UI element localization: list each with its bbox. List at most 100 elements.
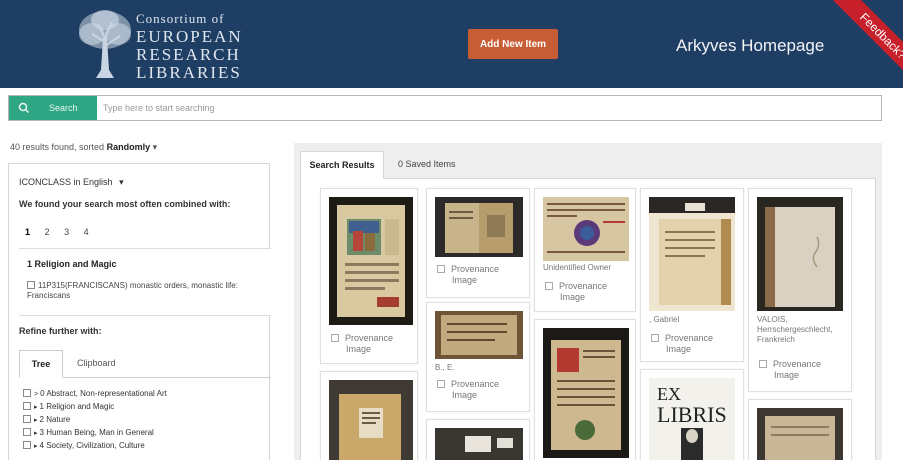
checkbox[interactable] [437, 380, 445, 388]
page-1[interactable]: 1 [25, 227, 30, 237]
provenance-label-2: Image [774, 370, 800, 380]
result-title: 1 Religion and Magic [27, 259, 117, 269]
tab-search-results[interactable]: Search Results [300, 151, 384, 179]
owner-caption: B., E. [435, 363, 455, 372]
tree-item-label: 4 Society, Civilization, Culture [39, 441, 145, 450]
provenance-option[interactable]: Provenance Image [331, 333, 393, 355]
checkbox[interactable] [27, 281, 35, 289]
combined-result-box: 1 Religion and Magic 11P315(FRANCISCANS)… [19, 248, 271, 316]
expand-arrow-icon[interactable]: ▸ [34, 404, 38, 411]
checkbox[interactable] [23, 441, 31, 449]
page-4[interactable]: 4 [84, 227, 89, 237]
pagination: 1 2 3 4 [25, 227, 101, 237]
provenance-label-2: Image [666, 344, 692, 354]
results-count: 40 results found, sorted [10, 142, 105, 152]
search-input[interactable] [103, 99, 873, 117]
result-card[interactable] [748, 399, 852, 460]
bookplate-text-1: EX [657, 384, 681, 404]
feedback-ribbon[interactable]: Feedback? [829, 0, 903, 88]
result-card[interactable]: , Gabriel Provenance Image [640, 188, 744, 362]
provenance-option[interactable]: Provenance Image [437, 264, 499, 286]
manuscript-fragment-thumbnail[interactable] [435, 311, 523, 359]
label-thumbnail[interactable] [435, 428, 523, 460]
book-cover-thumbnail[interactable] [757, 197, 843, 311]
tree-item[interactable]: ▸ 4 Society, Civilization, Culture [23, 440, 167, 453]
result-card[interactable] [534, 319, 636, 460]
checkbox[interactable] [437, 265, 445, 273]
result-item-label: 11P315(FRANCISCANS) monastic orders, mon… [27, 281, 238, 300]
checkbox[interactable] [23, 428, 31, 436]
chevron-down-icon: ▾ [119, 177, 124, 187]
provenance-label: Provenance [345, 333, 394, 343]
header: Consortium of EUROPEAN RESEARCH LIBRARIE… [0, 0, 903, 88]
provenance-option[interactable]: Provenance Image [759, 359, 821, 381]
tree-item-label: 0 Abstract, Non-representational Art [40, 389, 167, 398]
provenance-option[interactable]: Provenance Image [437, 379, 499, 401]
box-thumbnail[interactable] [757, 408, 843, 460]
expand-arrow-icon[interactable]: ▸ [34, 417, 38, 424]
expand-arrow-icon[interactable]: ▸ [34, 430, 38, 437]
sort-dropdown[interactable]: Randomly [107, 142, 151, 152]
provenance-label: Provenance [559, 281, 608, 291]
result-card[interactable]: EX LIBRIS [640, 369, 744, 460]
logo-text: Consortium of EUROPEAN RESEARCH LIBRARIE… [136, 10, 243, 82]
owner-caption: , Gabriel [649, 315, 680, 324]
provenance-label: Provenance [665, 333, 714, 343]
result-card[interactable]: Unidentified Owner Provenance Image [534, 188, 636, 312]
checkbox[interactable] [651, 334, 659, 342]
search-icon [18, 102, 30, 114]
book-thumbnail[interactable] [329, 380, 413, 460]
provenance-option[interactable]: Provenance Image [651, 333, 713, 355]
chevron-down-icon[interactable]: ▾ [153, 142, 158, 152]
logo-line-3: RESEARCH [136, 45, 241, 64]
tree-item[interactable]: ▸ 1 Religion and Magic [23, 401, 167, 414]
search-button[interactable]: Search [9, 96, 97, 120]
provenance-label: Provenance [451, 379, 500, 389]
tree-item[interactable]: ▸ 3 Human Being, Man in General [23, 427, 167, 440]
result-card[interactable] [426, 419, 530, 460]
expand-arrow-icon[interactable]: > [34, 391, 38, 398]
manuscript-thumbnail[interactable] [329, 197, 413, 325]
manuscript-initial-thumbnail[interactable] [543, 328, 629, 458]
add-new-item-button[interactable]: Add New Item [468, 29, 558, 59]
result-card[interactable]: VALOIS, Herrschergeschlecht, Frankreich … [748, 188, 852, 392]
page-2[interactable]: 2 [45, 227, 50, 237]
provenance-label: Provenance [773, 359, 822, 369]
result-card[interactable]: Provenance Image [426, 188, 530, 298]
result-card[interactable]: B., E. Provenance Image [426, 302, 530, 412]
search-button-label: Search [49, 103, 78, 113]
refine-heading: Refine further with: [19, 326, 102, 336]
tab-tree[interactable]: Tree [19, 350, 63, 378]
result-card[interactable] [320, 371, 418, 460]
refine-tabs: Tree Clipboard [19, 350, 271, 378]
checkbox[interactable] [759, 360, 767, 368]
open-book-thumbnail[interactable] [435, 197, 523, 257]
logo-line-2: EUROPEAN [136, 27, 243, 46]
language-dropdown[interactable]: ICONCLASS in English ▾ [19, 177, 124, 188]
checkbox[interactable] [23, 389, 31, 397]
checkbox[interactable] [545, 282, 553, 290]
owner-caption-line-2: Herrschergeschlecht, [757, 325, 833, 334]
result-card[interactable]: Provenance Image [320, 188, 418, 364]
checkbox[interactable] [331, 334, 339, 342]
iconclass-tree: >0 Abstract, Non-representational Art ▸ 1… [23, 388, 167, 453]
tree-item[interactable]: ▸ 2 Nature [23, 414, 167, 427]
result-item[interactable]: 11P315(FRANCISCANS) monastic orders, mon… [27, 281, 259, 301]
tab-clipboard[interactable]: Clipboard [77, 350, 116, 378]
page-3[interactable]: 3 [64, 227, 69, 237]
expand-arrow-icon[interactable]: ▸ [34, 443, 38, 450]
ex-libris-thumbnail[interactable]: EX LIBRIS [649, 378, 735, 460]
tree-item[interactable]: >0 Abstract, Non-representational Art [23, 388, 167, 401]
search-bar: Search [8, 95, 882, 121]
arkyves-homepage-link[interactable]: Arkyves Homepage [676, 36, 824, 56]
tab-saved-items[interactable]: 0 Saved Items [398, 151, 456, 179]
bookplate-page-thumbnail[interactable] [649, 197, 735, 311]
provenance-option[interactable]: Provenance Image [545, 281, 607, 303]
results-panel: Search Results 0 Saved Items Provenance … [294, 143, 882, 460]
illuminated-page-thumbnail[interactable] [543, 197, 629, 261]
provenance-label-2: Image [560, 292, 586, 302]
checkbox[interactable] [23, 415, 31, 423]
checkbox[interactable] [23, 402, 31, 410]
tree-logo-icon [79, 10, 131, 78]
tree-item-label: 3 Human Being, Man in General [39, 428, 154, 437]
